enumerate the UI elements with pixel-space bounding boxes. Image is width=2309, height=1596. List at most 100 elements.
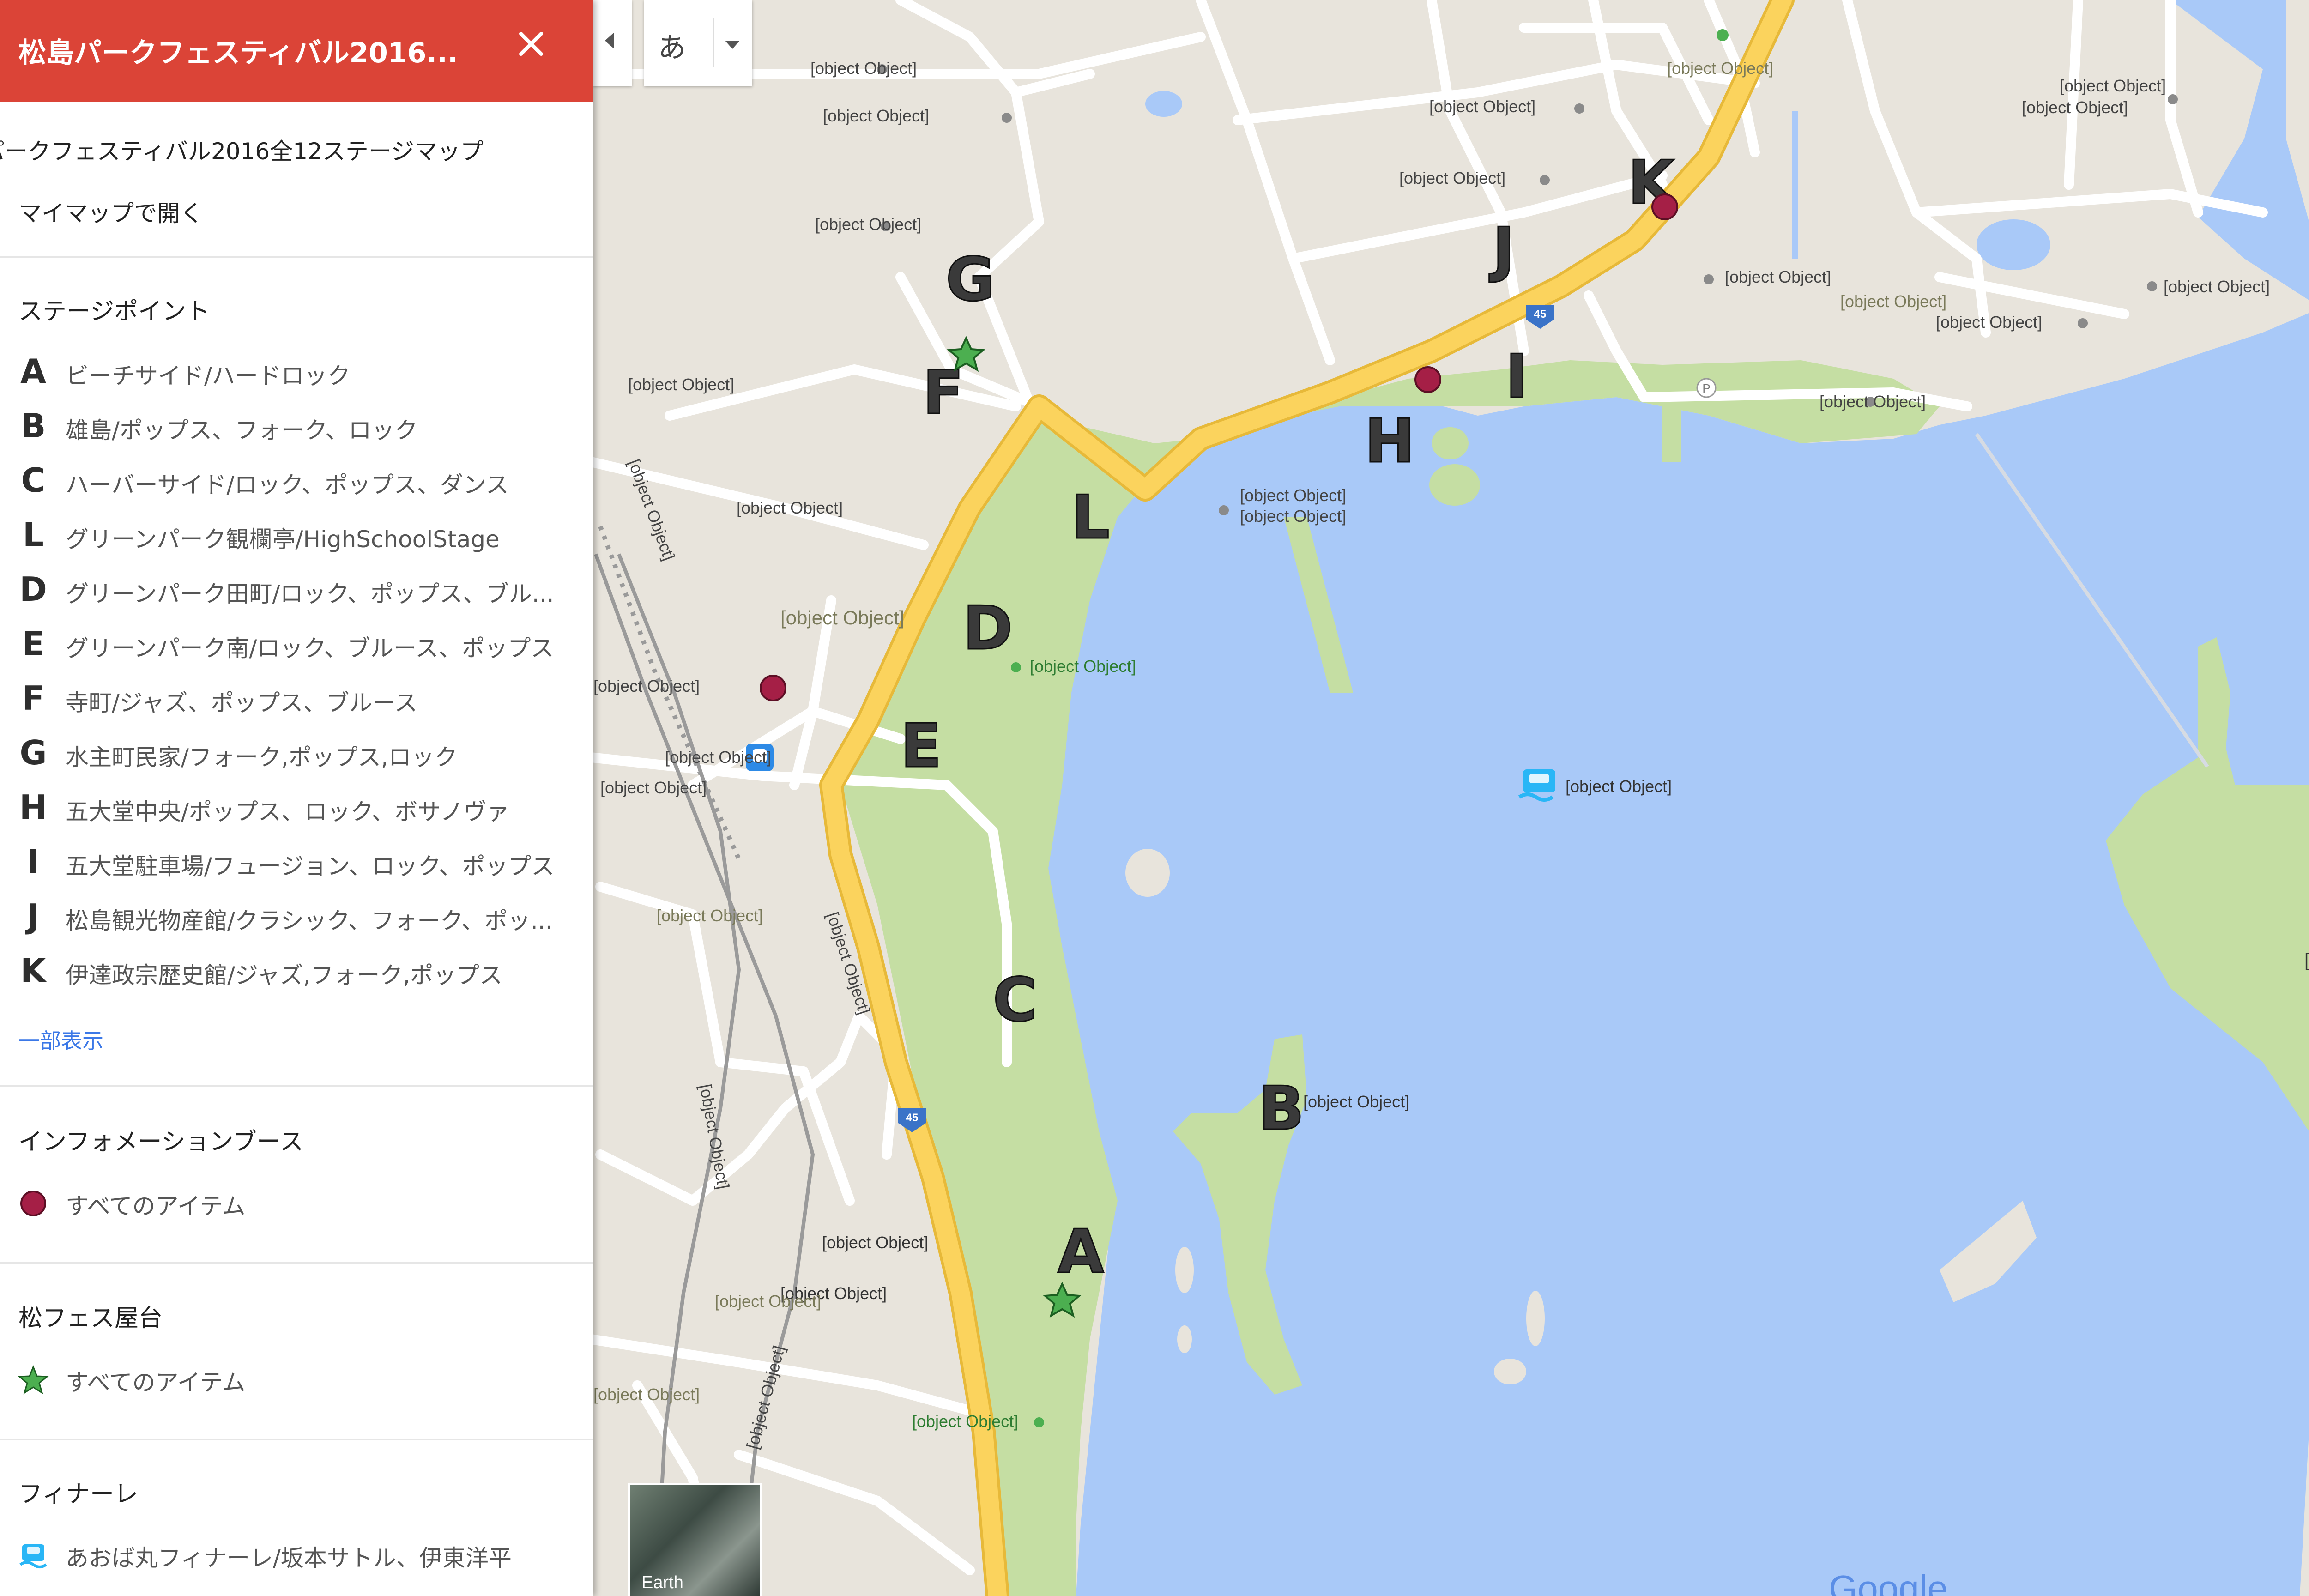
- star-icon: [18, 1365, 49, 1395]
- earth-view-toggle[interactable]: Earth: [630, 1485, 760, 1596]
- map-title: 松島パークフェスティバル2016...: [18, 37, 458, 69]
- stage-k-icon: K: [20, 951, 46, 990]
- info-all-label: すべてのアイテム: [66, 1193, 246, 1220]
- stage-d-label: グリーンパーク田町/ロック、ポップス、ブル...: [66, 580, 554, 607]
- label-negaura: [object Object]: [657, 906, 763, 925]
- info-booth-icon: [20, 1191, 46, 1216]
- stage-a-icon: A: [20, 352, 46, 391]
- svg-text:P: P: [1702, 381, 1710, 395]
- open-in-mymaps-link[interactable]: マイマップで開く: [18, 195, 203, 228]
- label-ichiboukaku: [object Object]: [600, 778, 707, 797]
- stage-f-icon: F: [22, 679, 45, 718]
- show-less-link[interactable]: 一部表示: [18, 1024, 103, 1055]
- stage-h-label: 五大堂中央/ポップス、ロック、ボサノヴァ: [66, 798, 510, 825]
- divider: [0, 1262, 593, 1264]
- info-booth-marker[interactable]: [760, 675, 786, 701]
- earth-label: Earth: [641, 1573, 683, 1592]
- legend-item-stage-k[interactable]: K 伊達政宗歴史館/ジャズ,フォーク,ポップス: [0, 946, 593, 1000]
- sidebar-collapse-button[interactable]: [593, 0, 632, 86]
- legend-item-stage-d[interactable]: D グリーンパーク田町/ロック、ポップス、ブル...: [0, 564, 593, 619]
- stage-i-label: 五大堂駐車場/フュージョン、ロック、ポップス: [66, 853, 555, 880]
- stage-b-label: 雄島/ポップス、フォーク、ロック: [66, 417, 418, 444]
- stage-a-label: ビーチサイド/ハードロック: [66, 363, 351, 389]
- rock-islet: [1526, 1291, 1545, 1346]
- divider: [0, 1439, 593, 1440]
- stage-d-icon: D: [19, 570, 47, 609]
- label-teramachi: [object Object]: [628, 375, 734, 394]
- label-kanso: [object Object]: [593, 1385, 700, 1404]
- label-fukuurajima: [object Object]: [2304, 950, 2309, 970]
- map-subtitle: パークフェスティバル2016全12ステージマップ: [0, 138, 484, 165]
- info-booth-marker[interactable]: [1651, 193, 1678, 220]
- stage-marker-g: G: [946, 244, 995, 314]
- islet: [1429, 464, 1480, 506]
- legend-item-stage-a[interactable]: A ビーチサイド/ハードロック: [0, 346, 593, 401]
- stage-f-label: 寺町/ジャズ、ポップス、ブルース: [66, 689, 417, 716]
- legend-item-stage-e[interactable]: E グリーンパーク南/ロック、ブルース、ポップス: [0, 619, 593, 673]
- stage-section-title: ステージポイント: [18, 298, 210, 326]
- stage-marker-h: H: [1365, 406, 1415, 476]
- label-hotel-kaifudo: [object Object]: [2022, 98, 2128, 117]
- legend-item-info-all[interactable]: すべてのアイテム: [0, 1177, 593, 1231]
- islet: [1432, 427, 1469, 459]
- rock-islet: [1125, 849, 1170, 897]
- ime-toggle-button[interactable]: あ: [644, 0, 752, 86]
- stage-l-icon: L: [23, 515, 44, 554]
- bay-water: [1034, 313, 2309, 1596]
- stage-j-label: 松島観光物産館/クラシック、フォーク、ポッ...: [66, 907, 553, 934]
- parking-icon: P: [1696, 378, 1717, 398]
- svg-text:45: 45: [906, 1112, 919, 1124]
- label-fish-market: [object Object]: [1429, 97, 1535, 116]
- stall-section-title: 松フェス屋台: [18, 1305, 163, 1332]
- stage-i-icon: I: [27, 842, 40, 881]
- rock-islet: [1175, 1247, 1194, 1293]
- chevron-down-icon: [725, 41, 740, 49]
- legend-panel: 松島パークフェスティバル2016... パークフェスティバル2016全12ステー…: [0, 0, 593, 1596]
- close-button[interactable]: [513, 25, 550, 62]
- rock-islet: [1494, 1359, 1526, 1384]
- rock-islet: [1177, 1325, 1192, 1353]
- label-entsuin: [object Object]: [815, 215, 921, 234]
- stage-marker-a: A: [1058, 1216, 1104, 1287]
- label-zekkei-hotel: [object Object]: [1936, 313, 2042, 332]
- stage-g-icon: G: [19, 733, 47, 772]
- stage-e-label: グリーンパーク南/ロック、ブルース、ポップス: [66, 635, 554, 662]
- pond: [1977, 219, 2050, 270]
- label-kanko-bussankan: [object Object]: [1399, 169, 1505, 187]
- label-kanrantei: [object Object]: [737, 498, 843, 517]
- label-matsushima-n: [object Object]: [1819, 392, 1926, 411]
- label-aoba-maru: [object Object]: [1566, 777, 1672, 796]
- stage-l-label: グリーンパーク観欄亭/HighSchoolStage: [66, 526, 500, 553]
- label-ojima: [object Object]: [1303, 1092, 1409, 1111]
- legend-item-stage-j[interactable]: J 松島観光物産館/クラシック、フォーク、ポッ...: [0, 891, 593, 946]
- stage-marker-j: J: [1489, 214, 1515, 284]
- legend-item-stage-h[interactable]: H 五大堂中央/ポップス、ロック、ボサノヴァ: [0, 782, 593, 837]
- legend-item-stage-b[interactable]: B 雄島/ポップス、フォーク、ロック: [0, 401, 593, 455]
- legend-item-finale[interactable]: あおば丸フィナーレ/坂本サトル、伊東洋平: [0, 1529, 593, 1583]
- google-logo: Google: [1829, 1570, 1948, 1596]
- svg-text:45: 45: [1534, 308, 1547, 320]
- label-cruise-union-1: [object Object]: [1240, 486, 1346, 505]
- stage-b-icon: B: [20, 406, 46, 445]
- pier: [1662, 406, 1681, 462]
- stage-g-label: 水主町民家/フォーク,ポップス,ロック: [66, 744, 458, 771]
- divider: [0, 256, 593, 258]
- legend-item-stage-l[interactable]: L グリーンパーク観欄亭/HighSchoolStage: [0, 510, 593, 564]
- info-booth-marker[interactable]: [1414, 366, 1441, 393]
- label-zuiganji: [object Object]: [810, 59, 917, 78]
- legend-item-stage-i[interactable]: I 五大堂駐車場/フュージョン、ロック、ポップス: [0, 837, 593, 891]
- divider: [0, 1085, 593, 1087]
- stage-marker-i: I: [1505, 341, 1528, 411]
- ship-icon: [19, 1544, 47, 1568]
- label-komatsukan: [object Object]: [2164, 277, 2270, 296]
- legend-item-stall-all[interactable]: すべてのアイテム: [0, 1353, 593, 1408]
- label-matsushima-area: [object Object]: [780, 607, 904, 629]
- label-century-hotel: [object Object]: [1725, 267, 1831, 286]
- info-section-title: インフォメーションブース: [18, 1128, 304, 1156]
- label-hangan: [object Object]: [715, 1292, 821, 1311]
- stage-h-icon: H: [19, 788, 48, 827]
- label-beachside: [object Object]: [822, 1233, 928, 1252]
- legend-item-stage-c[interactable]: C ハーバーサイド/ロック、ポップス、ダンス: [0, 455, 593, 510]
- legend-item-stage-g[interactable]: G 水主町民家/フォーク,ポップス,ロック: [0, 728, 593, 782]
- legend-item-stage-f[interactable]: F 寺町/ジャズ、ポップス、ブルース: [0, 673, 593, 728]
